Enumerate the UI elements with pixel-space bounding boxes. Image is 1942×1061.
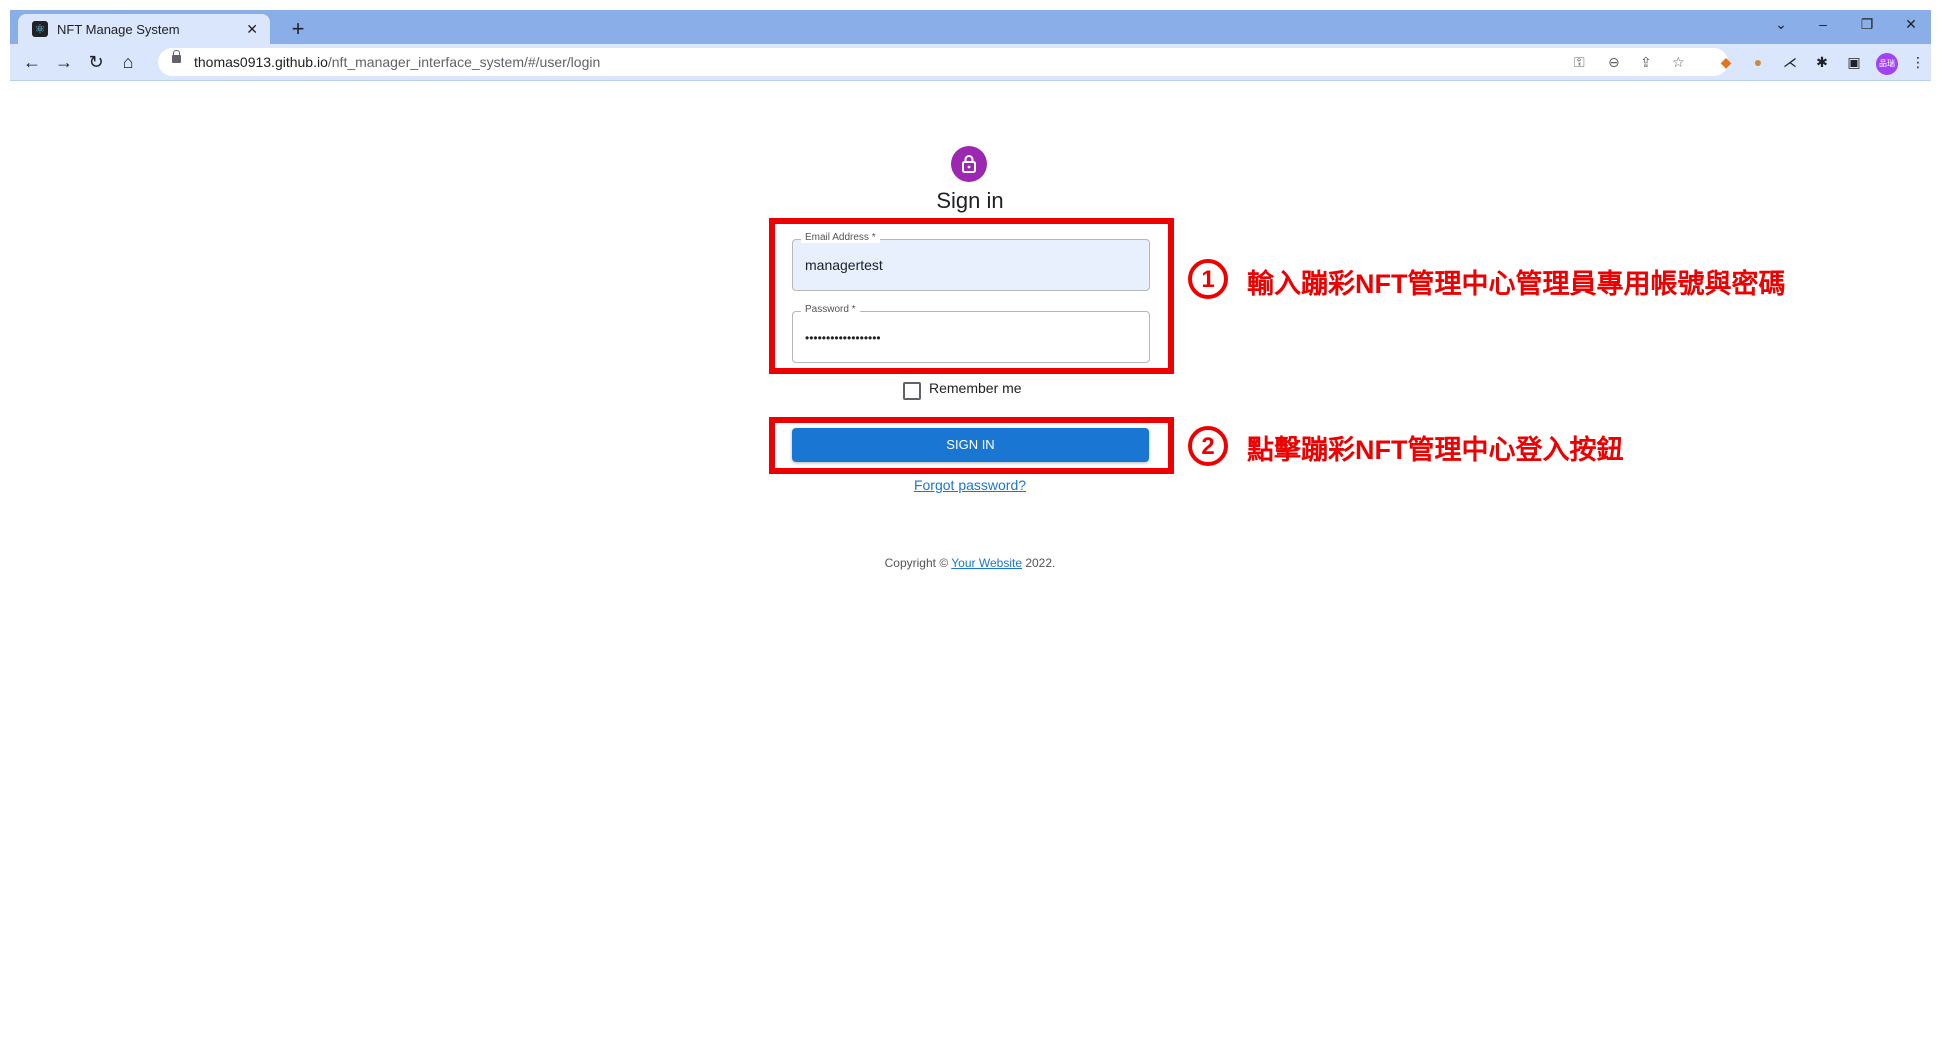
remember-checkbox[interactable] bbox=[903, 382, 921, 400]
extension-icon[interactable]: ● bbox=[1748, 52, 1768, 72]
remember-label: Remember me bbox=[929, 380, 1022, 396]
step-2-text: 點擊蹦彩NFT管理中心登入按鈕 bbox=[1247, 435, 1624, 465]
tab-close-icon[interactable]: ✕ bbox=[246, 21, 258, 38]
extension-arrow-icon[interactable]: ⋌ bbox=[1780, 52, 1800, 72]
side-panel-icon[interactable]: ▣ bbox=[1844, 52, 1864, 72]
browser-tab-bar: ⚛ NFT Manage System ✕ + ⌄ – ❐ ✕ bbox=[10, 10, 1931, 44]
react-icon: ⚛ bbox=[32, 21, 48, 37]
tab-title: NFT Manage System bbox=[57, 21, 180, 37]
key-icon[interactable]: ⚿ bbox=[1574, 54, 1585, 71]
annotation-box-signin bbox=[769, 417, 1174, 474]
address-bar[interactable]: thomas0913.github.io/nft_manager_interfa… bbox=[158, 48, 1728, 76]
browser-toolbar: ← → ↻ ⌂ thomas0913.github.io/nft_manager… bbox=[10, 44, 1931, 81]
back-icon[interactable]: ← bbox=[20, 50, 44, 74]
tab-search-icon[interactable]: ⌄ bbox=[1766, 16, 1796, 33]
bookmark-star-icon[interactable]: ☆ bbox=[1672, 54, 1685, 71]
step-1-text: 輸入蹦彩NFT管理中心管理員專用帳號與密碼 bbox=[1247, 269, 1786, 299]
annotation-box-credentials bbox=[769, 218, 1174, 374]
forward-icon[interactable]: → bbox=[52, 50, 76, 74]
minimize-button[interactable]: – bbox=[1808, 16, 1838, 32]
puzzle-icon[interactable]: ✱ bbox=[1812, 52, 1832, 72]
page-title: Sign in bbox=[936, 188, 1004, 213]
browser-tab[interactable]: ⚛ NFT Manage System ✕ bbox=[18, 14, 270, 44]
lock-avatar-icon bbox=[951, 146, 987, 182]
restore-button[interactable]: ❐ bbox=[1852, 16, 1882, 33]
close-window-button[interactable]: ✕ bbox=[1896, 16, 1926, 33]
copyright-footer: Copyright © Your Website 2022. bbox=[884, 556, 1056, 570]
step-2-badge: 2 bbox=[1188, 426, 1228, 466]
zoom-icon[interactable]: ⊖ bbox=[1608, 54, 1620, 71]
reload-icon[interactable]: ↻ bbox=[84, 50, 108, 74]
step-1-badge: 1 bbox=[1188, 259, 1228, 299]
share-icon[interactable]: ⇪ bbox=[1640, 54, 1652, 71]
menu-icon[interactable]: ⋮ bbox=[1908, 52, 1928, 72]
metamask-icon[interactable]: ◆ bbox=[1716, 52, 1736, 72]
new-tab-button[interactable]: + bbox=[286, 18, 310, 42]
home-icon[interactable]: ⌂ bbox=[116, 50, 140, 74]
forgot-password-link[interactable]: Forgot password? bbox=[870, 477, 1070, 493]
profile-avatar[interactable]: 品瑞 bbox=[1876, 53, 1898, 75]
url-text[interactable]: thomas0913.github.io/nft_manager_interfa… bbox=[194, 54, 600, 70]
lock-icon bbox=[172, 50, 181, 63]
website-link[interactable]: Your Website bbox=[951, 556, 1022, 570]
